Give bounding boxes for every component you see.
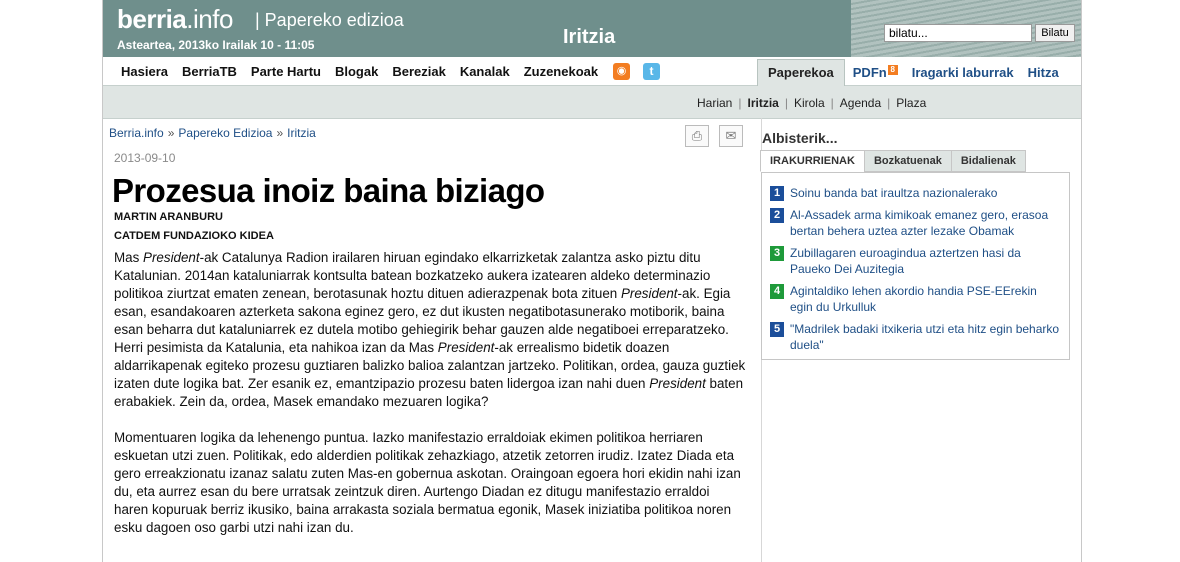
most-read-item[interactable]: 4 Agintaldiko lehen akordio handia PSE-EE… [770, 283, 1060, 315]
tab-bozkatuenak[interactable]: Bozkatuenak [863, 150, 952, 172]
nav-link-hitza[interactable]: Hitza [1028, 65, 1059, 80]
site-logo[interactable]: berria.info [117, 4, 233, 35]
nav-item-kanalak[interactable]: Kanalak [460, 64, 510, 79]
rank-badge: 3 [770, 246, 784, 261]
most-read-item[interactable]: 2 Al-Assadek arma kimikoak emanez gero, e… [770, 207, 1060, 239]
nav-item-parte-hartu[interactable]: Parte Hartu [251, 64, 321, 79]
rank-badge: 4 [770, 284, 784, 299]
subnav-item-harian[interactable]: Harian [691, 96, 738, 110]
president-term: President [143, 250, 200, 265]
article-body: Mas President-ak Catalunya Radion iraila… [114, 249, 746, 555]
most-read-title[interactable]: Agintaldiko lehen akordio handia PSE-EEr… [790, 283, 1060, 315]
nav-item-bereziak[interactable]: Bereziak [392, 64, 445, 79]
rank-badge: 1 [770, 186, 784, 201]
breadcrumb-sep: » [167, 126, 175, 140]
nav-item-berriatb[interactable]: BerriaTB [182, 64, 237, 79]
header-bar: berria.info | Papereko edizioa Asteartea… [103, 0, 1081, 57]
paragraph-text: Mas [114, 250, 144, 265]
sidebar-tabs: IRAKURRIENAK Bozkatuenak Bidalienak [760, 150, 1026, 172]
most-read-title[interactable]: Al-Assadek arma kimikoak emanez gero, er… [790, 207, 1060, 239]
subnav-item-agenda[interactable]: Agenda [834, 96, 887, 110]
print-icon[interactable]: ⎙ [685, 125, 709, 147]
rank-badge: 5 [770, 322, 784, 337]
twitter-icon[interactable]: t [643, 63, 660, 80]
subnav-item-iritzia[interactable]: Iritzia [741, 96, 784, 110]
nav-item-blogak[interactable]: Blogak [335, 64, 378, 79]
section-subnav: Harian | Iritzia | Kirola | Agenda | Plaza [103, 86, 1081, 119]
rss-icon[interactable]: ◉ [613, 63, 630, 80]
nav-item-hasiera[interactable]: Hasiera [121, 64, 168, 79]
most-read-item[interactable]: 1 Soinu banda bat iraultza nazionalerako [770, 185, 1060, 201]
brand-main: berria [117, 4, 187, 34]
tab-paperekoa[interactable]: Paperekoa [757, 59, 845, 86]
share-icon[interactable]: ✉ [719, 125, 743, 147]
subnav-item-kirola[interactable]: Kirola [788, 96, 831, 110]
breadcrumb: Berria.info» Papereko Edizioa» Iritzia [109, 126, 316, 140]
subnav-items: Harian | Iritzia | Kirola | Agenda | Plaza [691, 96, 932, 110]
breadcrumb-papereko[interactable]: Papereko Edizioa [178, 126, 272, 140]
rank-badge: 2 [770, 208, 784, 223]
most-read-list: 1 Soinu banda bat iraultza nazionalerako 2… [770, 185, 1060, 359]
dateline: Asteartea, 2013ko Irailak 10 - 11:05 [117, 38, 315, 52]
search-button[interactable]: Bilatu [1035, 24, 1075, 42]
president-term: President [437, 340, 495, 355]
page-frame: berria.info | Papereko edizioa Asteartea… [102, 0, 1082, 562]
article-headline: Prozesua inoiz baina biziago [112, 172, 545, 209]
most-read-title[interactable]: Soinu banda bat iraultza nazionalerako [790, 185, 997, 201]
search-input[interactable] [884, 24, 1032, 42]
breadcrumb-iritzia[interactable]: Iritzia [287, 126, 316, 140]
pdf-label: PDFn [852, 65, 887, 80]
article-author: MARTIN ARANBURU [114, 211, 223, 223]
article-paragraph-1: Mas President-ak Catalunya Radion iraila… [114, 249, 746, 411]
pdf-badge: 8 [887, 65, 898, 75]
brand-suffix: .info [186, 4, 233, 34]
article-paragraph-2: Momentuaren logika da lehenengo puntua. … [114, 430, 741, 535]
sidebar: Albisterik... IRAKURRIENAK Bozkatuenak B… [760, 118, 1081, 562]
main-nav: Hasiera BerriaTB Parte Hartu Blogak Bereziak… [103, 57, 1081, 86]
article-date: 2013-09-10 [114, 151, 176, 165]
pdf-link[interactable]: PDFn 8 [853, 65, 898, 80]
brand-subtitle: | Papereko edizioa [255, 10, 404, 30]
most-read-item[interactable]: 3 Zubillagaren euroagindua aztertzen hasi… [770, 245, 1060, 277]
sidebar-title: Albisterik... [762, 130, 838, 146]
most-read-title[interactable]: "Madrilek badaki itxikeria utzi eta hitz… [790, 321, 1060, 353]
most-read-box: 1 Soinu banda bat iraultza nazionalerako 2… [761, 172, 1070, 360]
breadcrumb-home[interactable]: Berria.info [109, 126, 164, 140]
nav-link-iragarki[interactable]: Iragarki laburrak [912, 65, 1014, 80]
nav-right: Paperekoa PDFn 8 Iragarki laburrak Hitza [757, 59, 1073, 86]
section-title: Iritzia [563, 26, 616, 48]
nav-left: Hasiera BerriaTB Parte Hartu Blogak Bereziak… [121, 64, 598, 79]
tab-bidalienak[interactable]: Bidalienak [950, 150, 1026, 172]
president-term: President [649, 376, 706, 391]
subnav-item-plaza[interactable]: Plaza [890, 96, 932, 110]
tab-irakurrienak[interactable]: IRAKURRIENAK [760, 150, 865, 172]
article-author-role: CATDEM FUNDAZIOKO KIDEA [114, 230, 274, 242]
most-read-title[interactable]: Zubillagaren euroagindua aztertzen hasi … [790, 245, 1060, 277]
most-read-item[interactable]: 5 "Madrilek badaki itxikeria utzi eta hit… [770, 321, 1060, 353]
president-term: President [620, 286, 678, 301]
nav-item-zuzenekoak[interactable]: Zuzenekoak [524, 64, 598, 79]
breadcrumb-sep: » [276, 126, 284, 140]
